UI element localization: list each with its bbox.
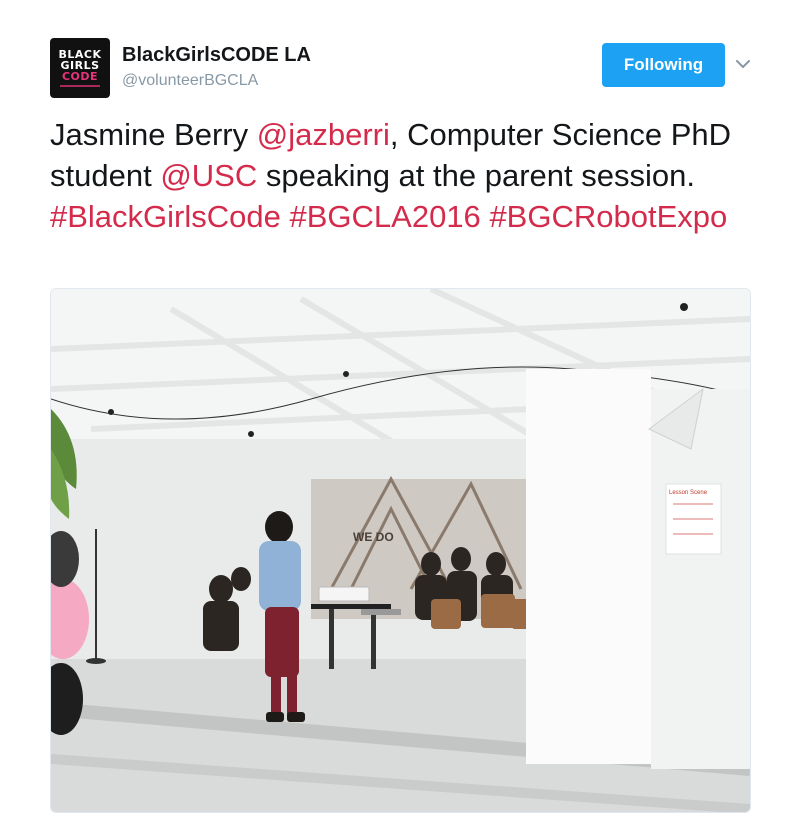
tweet-text: Jasmine Berry @jazberri, Computer Scienc…: [50, 114, 750, 237]
board-title: Lesson Scene: [669, 490, 708, 496]
mention-link[interactable]: @jazberri: [257, 117, 390, 152]
hashtag-link[interactable]: #BGCLA2016: [290, 199, 481, 234]
tweet-text-segment: Jasmine Berry: [50, 117, 257, 152]
avatar-logo-line-3: CODE: [61, 70, 99, 83]
tweet-photo[interactable]: WE DO Lesson Scene: [50, 288, 751, 813]
display-name[interactable]: BlackGirlsCODE LA: [122, 44, 311, 67]
photo-scene: WE DO Lesson Scene: [51, 289, 750, 812]
tweet-card: BLACK GIRLS CODE BlackGirlsCODE LA @volu…: [0, 0, 800, 824]
wall-sign-text: WE DO: [353, 530, 394, 544]
avatar-logo-underline: [60, 85, 100, 87]
user-handle[interactable]: @volunteerBGCLA: [122, 72, 258, 90]
tweet-text-segment: speaking at the parent session.: [257, 158, 695, 193]
chevron-down-icon[interactable]: [734, 57, 752, 71]
following-button[interactable]: Following: [602, 43, 725, 87]
tweet-text-segment: [281, 199, 290, 234]
avatar[interactable]: BLACK GIRLS CODE: [50, 38, 110, 98]
hashtag-link[interactable]: #BlackGirlsCode: [50, 199, 281, 234]
mention-link[interactable]: @USC: [160, 158, 257, 193]
hashtag-link[interactable]: #BGCRobotExpo: [489, 199, 727, 234]
